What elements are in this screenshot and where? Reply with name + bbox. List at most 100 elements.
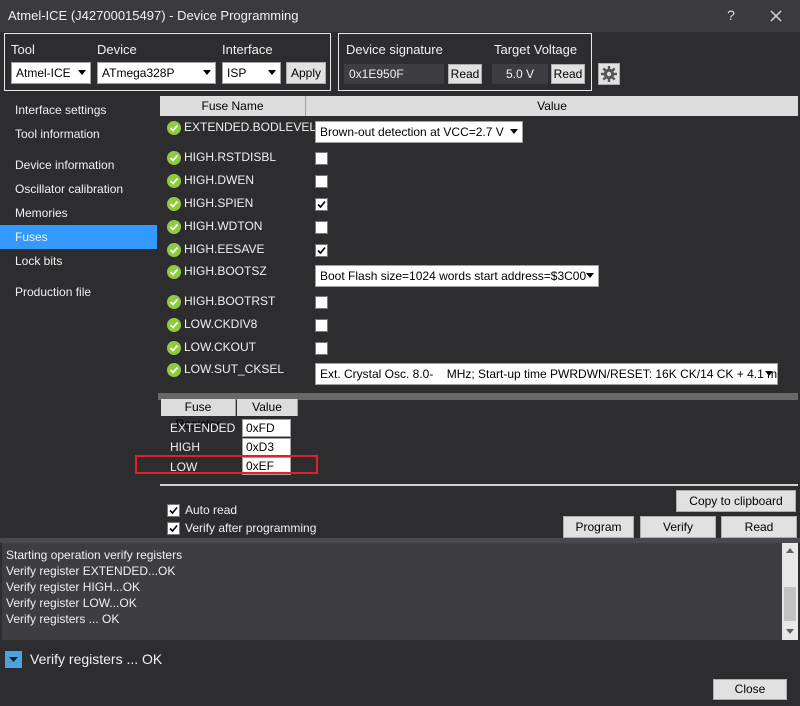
interface-select-value: ISP <box>227 66 247 80</box>
log-line: Verify register LOW...OK <box>6 596 137 610</box>
log-scroll-thumb[interactable] <box>784 587 796 621</box>
fuse-name-high-dwen: HIGH.DWEN <box>184 173 254 187</box>
fuse-name-high-wdton: HIGH.WDTON <box>184 219 263 233</box>
log-line: Verify register EXTENDED...OK <box>6 564 176 578</box>
log-line: Verify registers ... OK <box>6 612 120 626</box>
fuse-name-high-eesave: HIGH.EESAVE <box>184 242 265 256</box>
log-line: Starting operation verify registers <box>6 548 183 562</box>
fuse-name-high-bootsz: HIGH.BOOTSZ <box>184 264 267 278</box>
fuse-select-low-sut-cksel[interactable]: Ext. Crystal Osc. 8.0- MHz; Start-up tim… <box>315 363 778 385</box>
device-signature-label: Device signature <box>346 42 443 57</box>
scroll-down-icon[interactable] <box>786 629 794 635</box>
fuse-select-high-bootsz[interactable]: Boot Flash size=1024 words start address… <box>315 265 599 287</box>
copy-to-clipboard-button[interactable]: Copy to clipboard <box>676 490 796 512</box>
settings-button[interactable] <box>598 63 620 85</box>
chevron-down-icon <box>203 70 211 75</box>
sidebar-item-interface-settings[interactable]: Interface settings <box>0 98 157 122</box>
fuse-checkbox-high-dwen[interactable] <box>315 175 328 188</box>
close-window-icon[interactable] <box>764 4 788 28</box>
ok-check-icon <box>167 265 181 279</box>
fuse-name-low-ckdiv8: LOW.CKDIV8 <box>184 317 258 331</box>
sidebar-item-memories[interactable]: Memories <box>0 201 157 225</box>
section-divider <box>160 484 798 486</box>
ok-check-icon <box>167 197 181 211</box>
interface-select[interactable]: ISP <box>222 62 281 84</box>
register-name-high: HIGH <box>170 440 200 454</box>
auto-read-label: Auto read <box>185 503 238 517</box>
sidebar-item-lock-bits[interactable]: Lock bits <box>0 249 157 273</box>
fuse-checkbox-high-rstdisbl[interactable] <box>315 152 328 165</box>
fuse-name-low-sut-cksel: LOW.SUT_CKSEL <box>184 362 285 376</box>
fuse-name-high-rstdisbl: HIGH.RSTDISBL <box>184 150 277 164</box>
gear-icon <box>601 66 617 82</box>
sidebar-item-device-information[interactable]: Device information <box>0 153 157 177</box>
register-name-extended: EXTENDED <box>170 421 236 435</box>
interface-label: Interface <box>222 42 273 57</box>
log-line: Verify register HIGH...OK <box>6 580 141 594</box>
sidebar-item-tool-information[interactable]: Tool information <box>0 122 157 146</box>
chevron-down-icon <box>510 129 518 134</box>
fuse-name-low-ckout: LOW.CKOUT <box>184 340 257 354</box>
log-scrollbar[interactable] <box>782 543 798 640</box>
fuse-checkbox-high-eesave[interactable] <box>315 244 328 257</box>
read-signature-button[interactable]: Read <box>448 64 482 84</box>
ok-check-icon <box>167 121 181 135</box>
tool-select-value: Atmel-ICE <box>16 66 71 80</box>
output-log[interactable]: Starting operation verify registers Veri… <box>2 543 782 640</box>
ok-check-icon <box>167 243 181 257</box>
expand-log-button[interactable] <box>5 651 22 668</box>
fuse-select-value: Brown-out detection at VCC=2.7 V <box>320 125 504 139</box>
ok-check-icon <box>167 295 181 309</box>
fuse-select-value: Boot Flash size=1024 words start address… <box>320 269 587 283</box>
target-voltage-label: Target Voltage <box>494 42 578 57</box>
fuse-select-extended-bodlevel[interactable]: Brown-out detection at VCC=2.7 V <box>315 121 523 143</box>
scroll-up-icon[interactable] <box>786 547 794 553</box>
device-select[interactable]: ATmega328P <box>97 62 216 84</box>
auto-read-checkbox[interactable] <box>167 504 180 517</box>
tool-select[interactable]: Atmel-ICE <box>11 62 91 84</box>
ok-check-icon <box>167 318 181 332</box>
verify-after-programming-label: Verify after programming <box>185 521 317 535</box>
register-value-column-header[interactable]: Value <box>237 399 298 416</box>
title-bar: Atmel-ICE (J42700015497) - Device Progra… <box>0 0 800 32</box>
target-voltage-value: 5.0 V <box>492 64 548 84</box>
tool-label: Tool <box>11 42 35 57</box>
window-title: Atmel-ICE (J42700015497) - Device Progra… <box>8 8 299 23</box>
low-register-highlight <box>135 455 318 474</box>
sidebar-item-production-file[interactable]: Production file <box>0 280 157 304</box>
sidebar-item-fuses[interactable]: Fuses <box>0 225 157 249</box>
fuse-checkbox-high-wdton[interactable] <box>315 221 328 234</box>
chevron-down-icon <box>78 70 86 75</box>
chevron-down-icon <box>586 273 594 278</box>
program-button[interactable]: Program <box>563 516 634 538</box>
fuse-checkbox-low-ckdiv8[interactable] <box>315 319 328 332</box>
ok-check-icon <box>167 151 181 165</box>
fuse-name-high-bootrst: HIGH.BOOTRST <box>184 294 276 308</box>
status-message: Verify registers ... OK <box>30 651 163 667</box>
fuse-checkbox-high-bootrst[interactable] <box>315 296 328 309</box>
device-signature-value: 0x1E950F <box>344 64 444 84</box>
fuse-value-column-header[interactable]: Value <box>306 96 798 116</box>
apply-button[interactable]: Apply <box>286 62 326 84</box>
close-button[interactable]: Close <box>713 679 787 700</box>
fuse-select-value: Ext. Crystal Osc. 8.0- MHz; Start-up tim… <box>320 367 778 381</box>
read-fuses-button[interactable]: Read <box>721 516 797 538</box>
fuse-name-extended-bodlevel: EXTENDED.BODLEVEL <box>184 120 317 134</box>
fuse-checkbox-high-spien[interactable] <box>315 198 328 211</box>
register-value-high[interactable]: 0xD3 <box>242 438 291 456</box>
ok-check-icon <box>167 220 181 234</box>
ok-check-icon <box>167 174 181 188</box>
register-value-extended[interactable]: 0xFD <box>242 419 291 437</box>
verify-after-programming-checkbox[interactable] <box>167 522 180 535</box>
fuse-name-high-spien: HIGH.SPIEN <box>184 196 254 210</box>
help-button[interactable]: ? <box>719 4 743 28</box>
fuse-register-column-header[interactable]: Fuse Register <box>161 399 236 431</box>
verify-button[interactable]: Verify <box>640 516 716 538</box>
read-voltage-button[interactable]: Read <box>551 64 585 84</box>
fuse-name-column-header[interactable]: Fuse Name <box>160 96 306 116</box>
chevron-down-icon <box>765 371 773 376</box>
device-label: Device <box>97 42 137 57</box>
sidebar-item-oscillator-calibration[interactable]: Oscillator calibration <box>0 177 157 201</box>
fuse-checkbox-low-ckout[interactable] <box>315 342 328 355</box>
ok-check-icon <box>167 363 181 377</box>
